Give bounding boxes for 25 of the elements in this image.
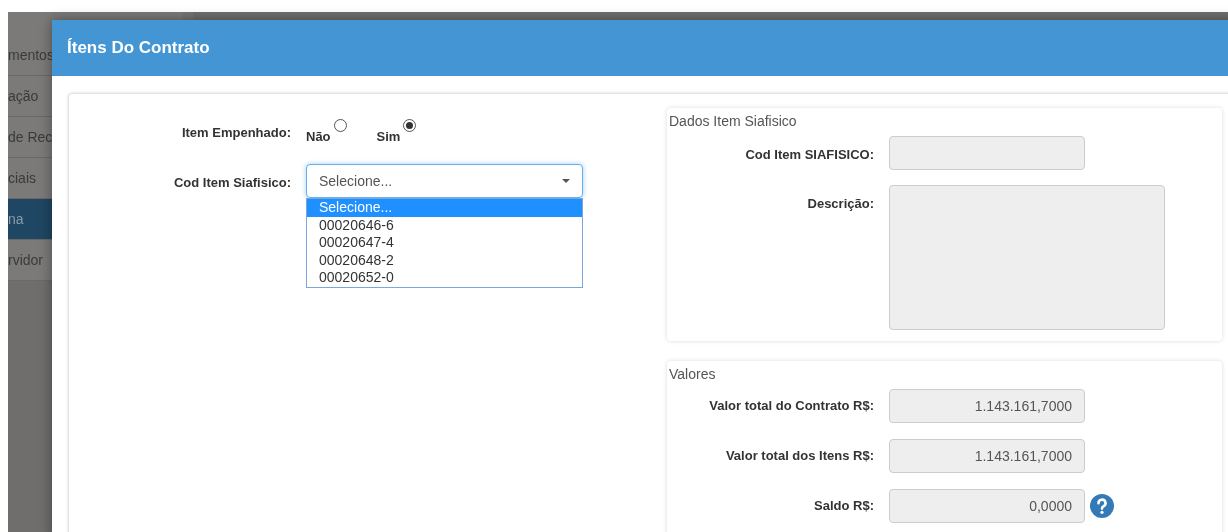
radio-button[interactable] <box>333 119 347 133</box>
input-field[interactable]: 0,0000 <box>889 488 1085 523</box>
field-label: Cod Item Siafisico: <box>172 174 291 192</box>
caret-icon <box>562 179 570 183</box>
input-field[interactable] <box>889 136 1085 170</box>
panel-title: Valores <box>668 364 717 384</box>
field-label: Descrição: <box>806 195 874 213</box>
select-dropdown[interactable]: Selecione... <box>306 164 583 198</box>
panel-title: Dados Item Siafisico <box>668 112 798 131</box>
field-label: Saldo R$: <box>813 496 874 515</box>
dropdown-option[interactable]: 00020646-6 <box>307 216 582 234</box>
radio-label: Não <box>306 128 331 147</box>
help-icon[interactable] <box>1090 493 1114 518</box>
modal-title: Ítens Do Contrato <box>67 37 210 60</box>
input-field[interactable]: 1.143.161,7000 <box>889 388 1085 423</box>
dropdown-option[interactable]: 00020647-4 <box>307 234 582 252</box>
dropdown-option[interactable]: 00020648-2 <box>307 251 582 269</box>
field-label: Valor total do Contrato R$: <box>708 396 874 415</box>
field-label: Cod Item SIAFISICO: <box>744 146 874 164</box>
radio-label: Sim <box>376 128 401 147</box>
input-field[interactable]: 1.143.161,7000 <box>889 438 1085 473</box>
field-label: Valor total dos Itens R$: <box>724 446 874 465</box>
radio-button[interactable] <box>403 119 417 133</box>
dropdown-option[interactable]: 00020652-0 <box>307 269 582 287</box>
field-label: Item Empenhado: <box>180 124 291 143</box>
